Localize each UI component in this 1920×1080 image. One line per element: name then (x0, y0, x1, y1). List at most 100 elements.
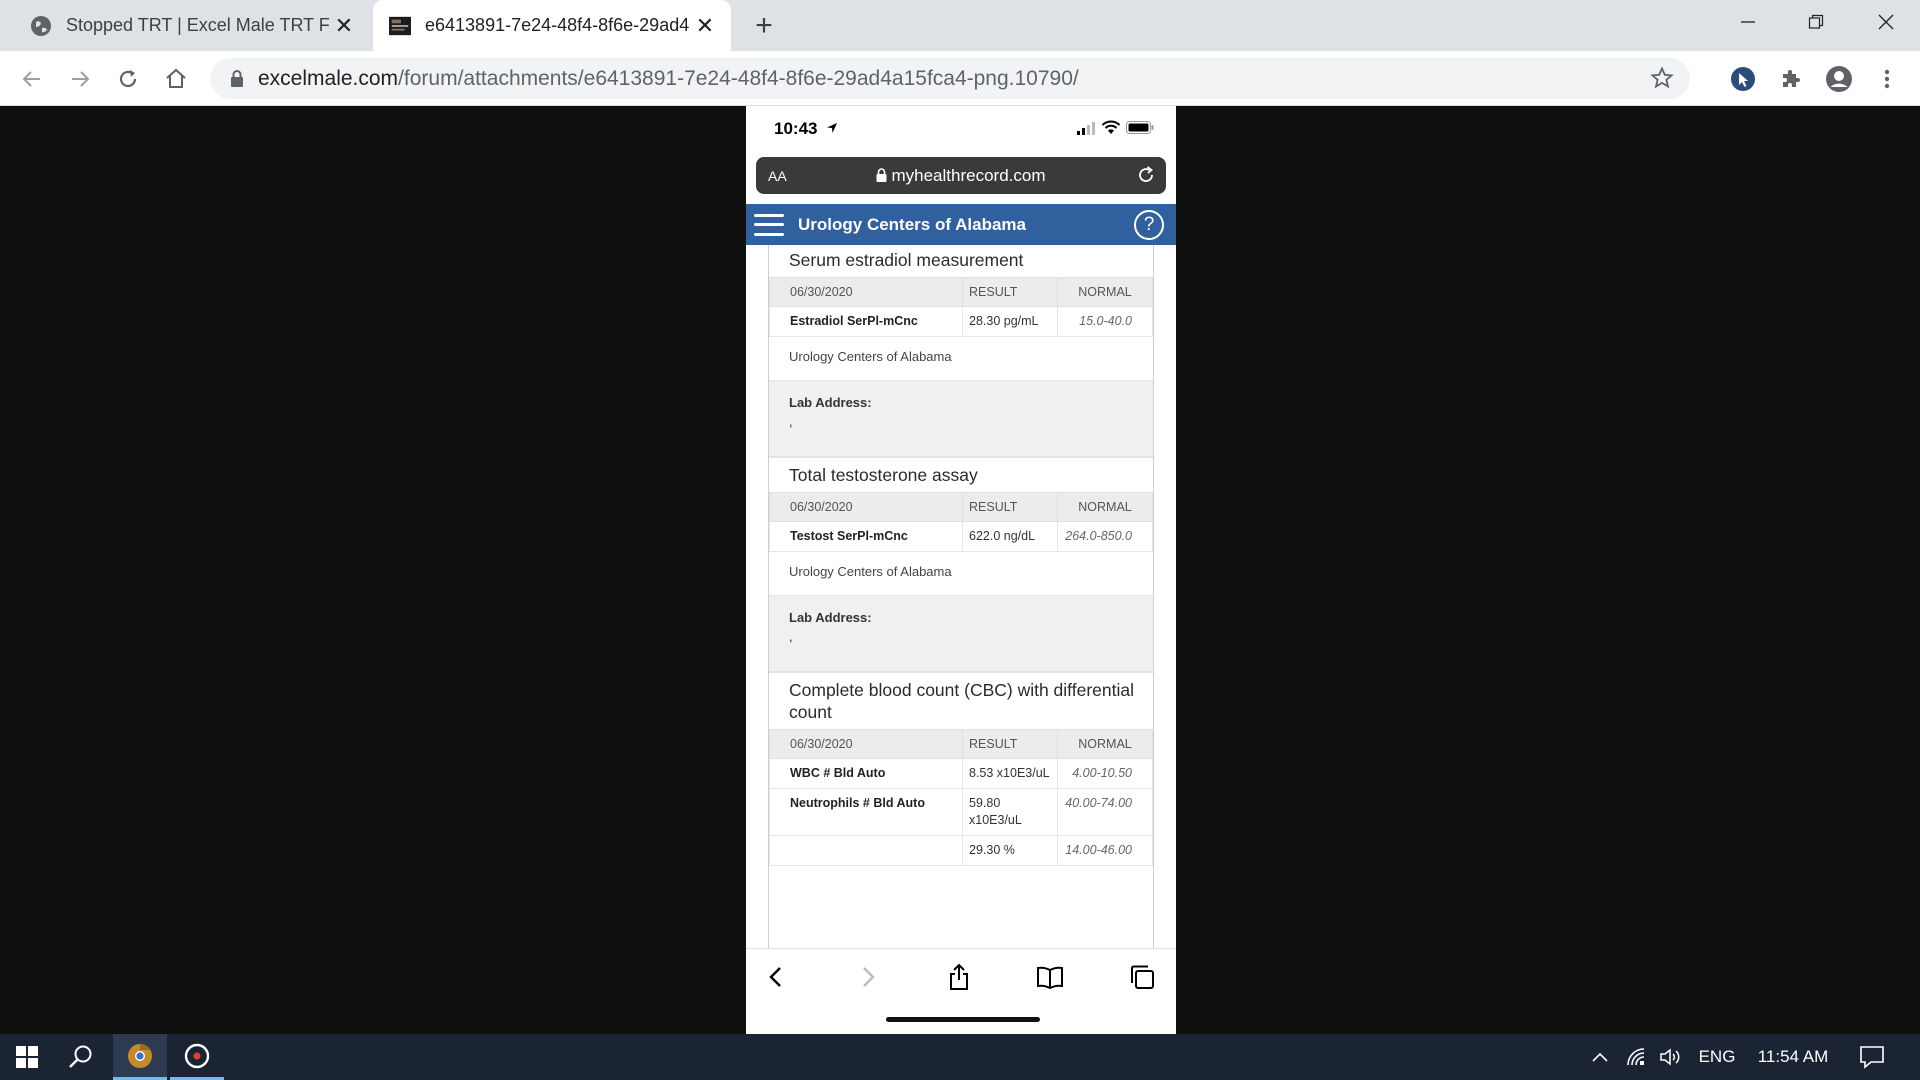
text-size-button[interactable]: AA (768, 168, 787, 184)
safari-bottom-toolbar (746, 948, 1176, 1034)
table-header-row: 06/30/2020 RESULT NORMAL (769, 277, 1153, 307)
safari-forward-button[interactable] (850, 959, 886, 995)
input-language[interactable]: ENG (1694, 1034, 1740, 1080)
extensions-button[interactable] (1775, 63, 1807, 95)
cellular-signal-icon (1077, 122, 1095, 135)
result-date: 06/30/2020 (769, 492, 963, 522)
chevron-up-icon (1592, 1052, 1608, 1062)
record-title: Total testosterone assay (769, 456, 1153, 492)
image-viewer: 10:43 AA myhealthrecord.com Urology Cent… (0, 106, 1920, 1034)
test-result: 59.80 x10E3/uL (962, 788, 1058, 836)
tab-title: Stopped TRT | Excel Male TRT For (66, 15, 330, 35)
minimize-icon (1741, 21, 1755, 23)
taskbar-chrome[interactable] (113, 1034, 167, 1080)
extension-cursor-button[interactable] (1727, 63, 1759, 95)
arrow-right-icon (72, 71, 90, 87)
wifi-icon (1101, 120, 1121, 134)
cursor-extension-icon (1731, 67, 1755, 91)
test-result: 8.53 x10E3/uL (962, 758, 1058, 789)
table-row: 29.30 % 14.00-46.00 (769, 835, 1153, 866)
safari-domain: myhealthrecord.com (756, 166, 1166, 186)
domain-text: myhealthrecord.com (891, 165, 1046, 185)
lock-icon (876, 167, 887, 182)
table-header-row: 06/30/2020 RESULT NORMAL (769, 492, 1153, 522)
battery-icon (1126, 121, 1154, 134)
share-icon (950, 963, 968, 990)
reload-icon (119, 70, 137, 88)
forward-button[interactable] (64, 63, 96, 95)
close-window-button[interactable] (1856, 0, 1916, 44)
lab-address-value: , (789, 629, 793, 644)
record-disc-icon (184, 1043, 210, 1068)
tab-stopped-trt[interactable]: Stopped TRT | Excel Male TRT For ✕ (0, 0, 370, 51)
bookmarks-button[interactable] (1032, 959, 1068, 995)
result-column-header: RESULT (962, 492, 1058, 522)
normal-range: 4.00-10.50 (1057, 758, 1153, 789)
portal-header: Urology Centers of Alabama ? (746, 204, 1176, 245)
tabs-button[interactable] (1124, 959, 1160, 995)
close-icon (1878, 14, 1894, 30)
lab-name: Urology Centers of Alabama (789, 349, 952, 364)
lab-address: Lab Address: , (769, 595, 1153, 671)
reload-icon[interactable] (1136, 165, 1156, 185)
test-result: 622.0 ng/dL (962, 521, 1058, 552)
taskbar-clock[interactable]: 11:54 AM (1748, 1034, 1838, 1080)
lab-address: Lab Address: , (769, 380, 1153, 456)
new-tab-button[interactable]: + (748, 9, 780, 42)
table-row: Neutrophils # Bld Auto 59.80 x10E3/uL 40… (769, 788, 1153, 836)
status-time: 10:43 (774, 119, 818, 138)
lab-address-label: Lab Address: (789, 395, 872, 410)
home-button[interactable] (160, 63, 192, 95)
action-center-button[interactable] (1852, 1034, 1892, 1080)
back-button[interactable] (16, 63, 48, 95)
url-text: excelmale.com/forum/attachments/e6413891… (258, 67, 1079, 91)
account-circle-icon (1826, 66, 1852, 92)
test-result: 29.30 % (962, 835, 1058, 866)
volume-button[interactable] (1656, 1034, 1686, 1080)
browser-tab-strip: Stopped TRT | Excel Male TRT For ✕ e6413… (0, 0, 1920, 51)
test-name (769, 835, 963, 866)
close-tab-icon[interactable]: ✕ (691, 12, 719, 40)
results-table: 06/30/2020 RESULT NORMAL Estradiol SerPl… (769, 277, 1153, 337)
search-button[interactable] (54, 1034, 108, 1080)
url-host: excelmale.com (258, 66, 399, 90)
address-bar[interactable]: excelmale.com/forum/attachments/e6413891… (210, 58, 1690, 99)
lock-icon (231, 69, 243, 87)
table-header-row: 06/30/2020 RESULT NORMAL (769, 729, 1153, 759)
tab-attachment-image[interactable]: e6413891-7e24-48f4-8f6e-29ad4 ✕ (373, 0, 731, 51)
safari-back-button[interactable] (758, 959, 794, 995)
help-icon[interactable]: ? (1134, 209, 1164, 240)
normal-range: 40.00-74.00 (1057, 788, 1153, 836)
windows-logo-icon (16, 1046, 38, 1068)
result-date: 06/30/2020 (769, 729, 963, 759)
result-date: 06/30/2020 (769, 277, 963, 307)
test-name: Estradiol SerPl-mCnc (769, 306, 963, 337)
record-title: Serum estradiol measurement (789, 250, 1024, 270)
hamburger-menu-icon[interactable] (754, 213, 784, 236)
safari-url-bar[interactable]: AA myhealthrecord.com (756, 157, 1166, 194)
show-hidden-icons-button[interactable] (1586, 1034, 1614, 1080)
close-tab-icon[interactable]: ✕ (330, 12, 358, 40)
puzzle-icon (1783, 70, 1800, 87)
browser-menu-button[interactable] (1871, 63, 1903, 95)
test-name: WBC # Bld Auto (769, 758, 963, 789)
start-button[interactable] (0, 1034, 54, 1080)
profile-button[interactable] (1823, 63, 1855, 95)
network-button[interactable] (1622, 1034, 1652, 1080)
network-wifi-icon (1627, 1048, 1645, 1066)
share-button[interactable] (941, 959, 977, 995)
phone-screenshot: 10:43 AA myhealthrecord.com Urology Cent… (746, 106, 1176, 1034)
taskbar-media-app[interactable] (170, 1034, 224, 1080)
location-arrow-icon (827, 123, 837, 133)
browser-toolbar: excelmale.com/forum/attachments/e6413891… (0, 51, 1920, 106)
normal-column-header: NORMAL (1057, 729, 1153, 759)
bookmark-star-icon[interactable] (1650, 66, 1674, 95)
restore-button[interactable] (1786, 0, 1846, 44)
tab-title: e6413891-7e24-48f4-8f6e-29ad4 (425, 15, 690, 35)
book-icon (1037, 966, 1063, 989)
reload-button[interactable] (112, 63, 144, 95)
chrome-icon (128, 1043, 152, 1068)
home-icon (166, 68, 186, 88)
normal-column-header: NORMAL (1057, 277, 1153, 307)
minimize-button[interactable] (1718, 0, 1778, 44)
